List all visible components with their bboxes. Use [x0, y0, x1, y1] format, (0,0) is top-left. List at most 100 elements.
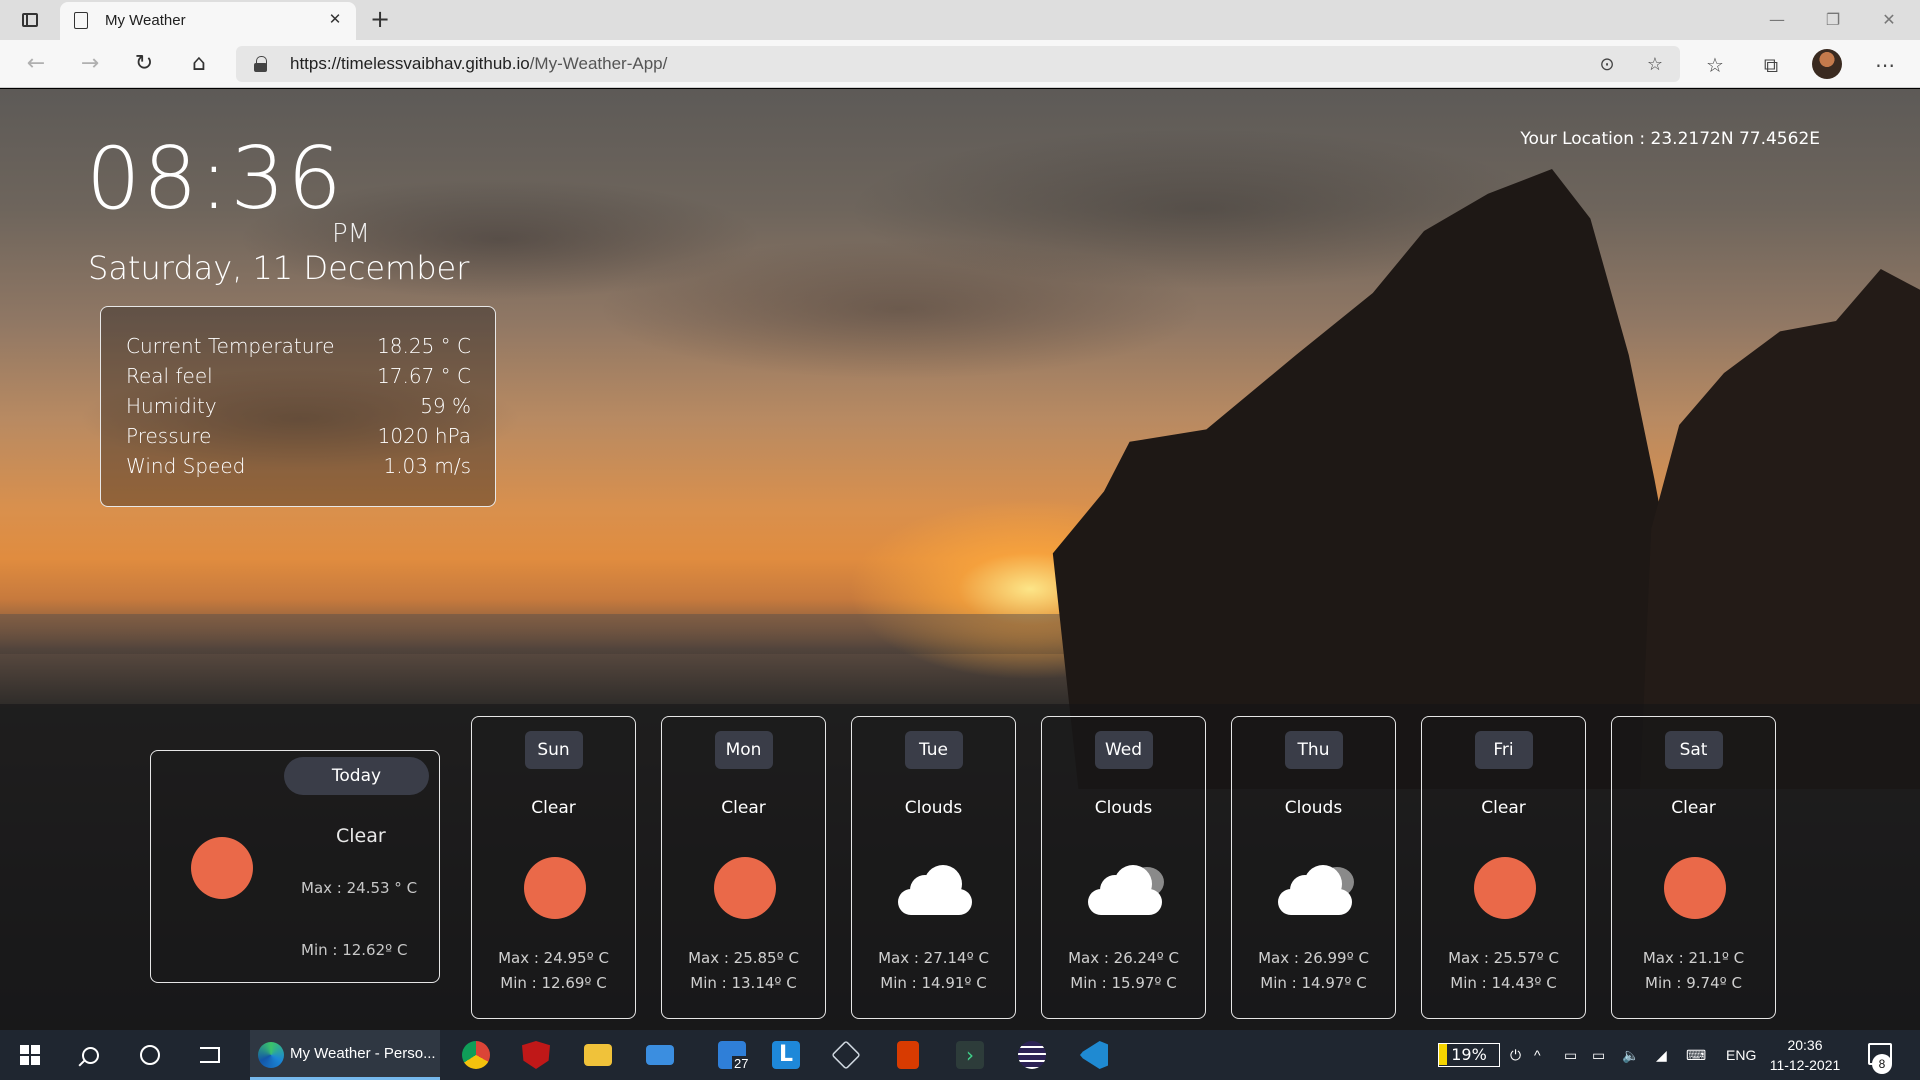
keyboard-icon[interactable]: ⌨ — [1686, 1030, 1706, 1080]
close-icon: ✕ — [1882, 10, 1896, 29]
show-hidden-icons[interactable]: ^ — [1534, 1030, 1541, 1080]
forecast-day: Sun — [524, 731, 583, 769]
calendar-button[interactable]: 27 — [710, 1030, 754, 1080]
profile-avatar[interactable] — [1812, 49, 1842, 79]
refresh-icon: ↻ — [134, 51, 154, 76]
search-button[interactable] — [66, 1030, 114, 1080]
forecast-day: Wed — [1094, 731, 1153, 769]
location-icon[interactable]: ⊙ — [1594, 52, 1620, 78]
tab-actions-button[interactable] — [12, 6, 48, 34]
browser-tab[interactable]: My Weather ✕ — [60, 2, 356, 40]
url-text[interactable]: https://timelessvaibhav.github.io/My-Wea… — [290, 54, 667, 74]
wifi-icon[interactable]: ◢ — [1656, 1030, 1667, 1080]
battery-level: 19% — [1451, 1045, 1487, 1064]
forecast-min-temp: Min : 14.97º C — [1260, 974, 1367, 992]
today-label: Today — [284, 757, 429, 795]
clock-time: 08:36 — [86, 129, 344, 229]
forecast-condition: Clear — [1671, 798, 1716, 818]
tab-title: My Weather — [105, 12, 186, 29]
task-view-button[interactable] — [186, 1030, 234, 1080]
file-explorer-button[interactable] — [578, 1030, 618, 1080]
vscode-icon — [1080, 1041, 1108, 1069]
device-icon[interactable]: ▭ — [1564, 1030, 1577, 1080]
power-icon[interactable]: ⏻ — [1510, 1030, 1521, 1080]
back-button[interactable]: ← — [20, 48, 52, 80]
home-button[interactable]: ⌂ — [183, 48, 215, 80]
back-icon: ← — [26, 51, 46, 76]
forecast-card-tue: Tue Clouds Max : 27.14º C Min : 14.91º C — [851, 716, 1016, 1019]
browser-tab-bar: My Weather ✕ + — ❐ ✕ — [0, 0, 1920, 40]
new-tab-button[interactable]: + — [364, 4, 396, 36]
detail-row-real-feel: Real feel 17.67 ° C — [126, 361, 471, 391]
today-forecast-card: Today Clear Max : 24.53 ° C Min : 12.62º… — [150, 750, 440, 983]
forecast-min-temp: Min : 14.91º C — [880, 974, 987, 992]
battery-indicator[interactable]: 19% — [1438, 1043, 1500, 1067]
location-coordinates: Your Location : 23.2172N 77.4562E — [1520, 129, 1820, 149]
detail-value: 59 % — [420, 394, 471, 418]
forecast-min-temp: Min : 9.74º C — [1645, 974, 1742, 992]
vscode-button[interactable] — [1074, 1030, 1114, 1080]
start-button[interactable] — [6, 1030, 54, 1080]
collections-icon[interactable]: ⧉ — [1756, 50, 1786, 80]
forecast-condition: Clouds — [1284, 798, 1343, 818]
forecast-max-temp: Max : 25.85º C — [688, 949, 799, 967]
mcafee-button[interactable] — [516, 1030, 556, 1080]
forecast-day: Tue — [904, 731, 963, 769]
task-view-icon — [200, 1047, 220, 1063]
eclipse-icon — [1018, 1041, 1046, 1069]
forecast-card-sun: Sun Clear Max : 24.95º C Min : 12.69º C — [471, 716, 636, 1019]
forward-button[interactable]: → — [74, 48, 106, 80]
restore-icon: ❐ — [1825, 10, 1841, 29]
detail-row-pressure: Pressure 1020 hPa — [126, 421, 471, 451]
tab-actions-icon — [22, 13, 38, 27]
sun-icon — [1464, 857, 1544, 921]
url-host: https://timelessvaibhav.github.io — [290, 54, 530, 73]
mail-button[interactable] — [640, 1030, 680, 1080]
forecast-card-mon: Mon Clear Max : 25.85º C Min : 13.14º C — [661, 716, 826, 1019]
minimize-button[interactable]: — — [1754, 6, 1800, 34]
detail-row-humidity: Humidity 59 % — [126, 391, 471, 421]
tab-close-button[interactable]: ✕ — [324, 8, 346, 30]
windows-taskbar: My Weather - Perso... 27 L › 19% ⏻ ^ ▭ ▭… — [0, 1030, 1920, 1080]
eclipse-button[interactable] — [1012, 1030, 1052, 1080]
clock-ampm: PM — [332, 219, 371, 249]
restore-button[interactable]: ❐ — [1810, 6, 1856, 34]
detail-label: Humidity — [126, 394, 217, 418]
language-indicator[interactable]: ENG — [1726, 1030, 1756, 1080]
office-button[interactable] — [888, 1030, 928, 1080]
detail-label: Current Temperature — [126, 334, 335, 358]
cloud-icon — [1084, 857, 1164, 921]
address-bar[interactable]: https://timelessvaibhav.github.io/My-Wea… — [236, 46, 1680, 82]
mail-icon — [646, 1045, 674, 1065]
refresh-button[interactable]: ↻ — [128, 48, 160, 80]
chrome-button[interactable] — [456, 1030, 496, 1080]
taskbar-time: 20:36 — [1787, 1037, 1823, 1053]
forecast-max-temp: Max : 26.24º C — [1068, 949, 1179, 967]
cortana-button[interactable] — [126, 1030, 174, 1080]
current-weather-details: Current Temperature 18.25 ° C Real feel 17… — [100, 306, 496, 507]
detail-row-temperature: Current Temperature 18.25 ° C — [126, 331, 471, 361]
forecast-max-temp: Max : 25.57º C — [1448, 949, 1559, 967]
taskbar-edge-window[interactable]: My Weather - Perso... — [250, 1030, 440, 1080]
arrow-app-button[interactable]: › — [950, 1030, 990, 1080]
forecast-day: Thu — [1284, 731, 1343, 769]
sun-icon — [704, 857, 784, 921]
forecast-day: Sat — [1664, 731, 1723, 769]
forecast-day: Fri — [1474, 731, 1533, 769]
taskbar-window-label: My Weather - Perso... — [290, 1045, 436, 1062]
weather-page: 08:36 PM Saturday, 11 December Your Loca… — [0, 89, 1920, 1030]
more-icon[interactable]: ⋯ — [1870, 50, 1900, 80]
package-button[interactable] — [826, 1030, 866, 1080]
taskbar-clock[interactable]: 20:36 11-12-2021 — [1760, 1035, 1850, 1075]
add-favorite-icon[interactable]: ☆ — [1642, 52, 1668, 78]
cloud-icon — [1274, 857, 1354, 921]
volume-icon[interactable]: 🔈 — [1622, 1030, 1639, 1080]
windows-start-icon — [20, 1045, 40, 1065]
forward-icon: → — [80, 51, 100, 76]
favorites-icon[interactable]: ☆ — [1700, 50, 1730, 80]
battery-icon[interactable]: ▭ — [1592, 1030, 1605, 1080]
forecast-card-fri: Fri Clear Max : 25.57º C Min : 14.43º C — [1421, 716, 1586, 1019]
search-icon — [81, 1046, 99, 1064]
close-window-button[interactable]: ✕ — [1866, 6, 1912, 34]
l-app-button[interactable]: L — [766, 1030, 806, 1080]
